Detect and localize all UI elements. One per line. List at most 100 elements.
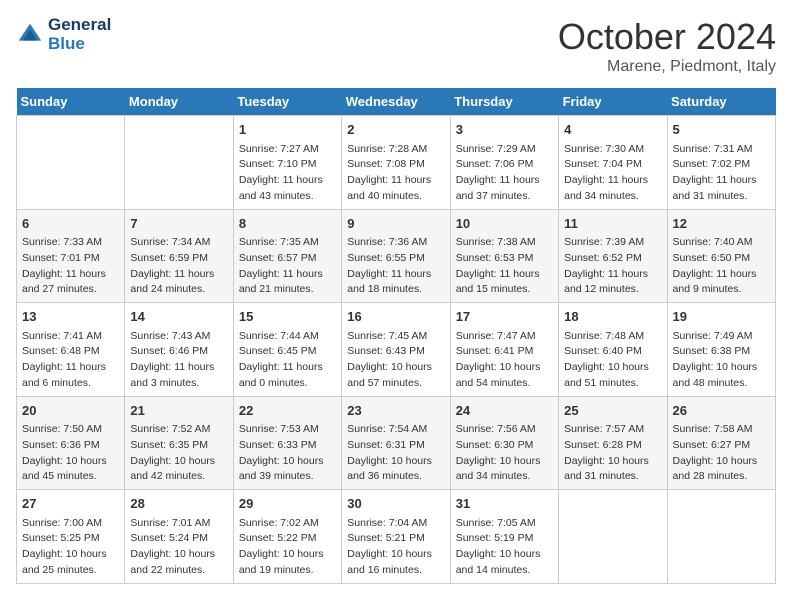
calendar-week-row: 27Sunrise: 7:00 AM Sunset: 5:25 PM Dayli… (17, 490, 776, 584)
day-number: 26 (673, 401, 770, 421)
calendar-cell: 21Sunrise: 7:52 AM Sunset: 6:35 PM Dayli… (125, 396, 233, 490)
day-number: 9 (347, 214, 444, 234)
day-number: 28 (130, 494, 227, 514)
calendar-week-row: 13Sunrise: 7:41 AM Sunset: 6:48 PM Dayli… (17, 303, 776, 397)
day-number: 14 (130, 307, 227, 327)
day-info: Sunrise: 7:02 AM Sunset: 5:22 PM Dayligh… (239, 516, 336, 579)
calendar-cell: 26Sunrise: 7:58 AM Sunset: 6:27 PM Dayli… (667, 396, 775, 490)
calendar-cell: 6Sunrise: 7:33 AM Sunset: 7:01 PM Daylig… (17, 209, 125, 303)
day-number: 30 (347, 494, 444, 514)
calendar-cell: 13Sunrise: 7:41 AM Sunset: 6:48 PM Dayli… (17, 303, 125, 397)
calendar-cell: 9Sunrise: 7:36 AM Sunset: 6:55 PM Daylig… (342, 209, 450, 303)
day-number: 3 (456, 120, 553, 140)
day-number: 5 (673, 120, 770, 140)
day-of-week-header: Sunday (17, 88, 125, 116)
day-of-week-header: Monday (125, 88, 233, 116)
day-number: 13 (22, 307, 119, 327)
day-number: 11 (564, 214, 661, 234)
calendar-cell (17, 116, 125, 210)
calendar-cell: 1Sunrise: 7:27 AM Sunset: 7:10 PM Daylig… (233, 116, 341, 210)
day-number: 25 (564, 401, 661, 421)
calendar-week-row: 1Sunrise: 7:27 AM Sunset: 7:10 PM Daylig… (17, 116, 776, 210)
calendar-cell: 5Sunrise: 7:31 AM Sunset: 7:02 PM Daylig… (667, 116, 775, 210)
calendar-cell: 22Sunrise: 7:53 AM Sunset: 6:33 PM Dayli… (233, 396, 341, 490)
calendar-cell: 11Sunrise: 7:39 AM Sunset: 6:52 PM Dayli… (559, 209, 667, 303)
day-info: Sunrise: 7:41 AM Sunset: 6:48 PM Dayligh… (22, 329, 119, 392)
location: Marene, Piedmont, Italy (558, 58, 776, 76)
calendar-cell: 29Sunrise: 7:02 AM Sunset: 5:22 PM Dayli… (233, 490, 341, 584)
day-number: 8 (239, 214, 336, 234)
day-number: 10 (456, 214, 553, 234)
day-number: 19 (673, 307, 770, 327)
calendar-cell: 12Sunrise: 7:40 AM Sunset: 6:50 PM Dayli… (667, 209, 775, 303)
day-info: Sunrise: 7:05 AM Sunset: 5:19 PM Dayligh… (456, 516, 553, 579)
day-number: 29 (239, 494, 336, 514)
day-info: Sunrise: 7:54 AM Sunset: 6:31 PM Dayligh… (347, 422, 444, 485)
calendar-cell (559, 490, 667, 584)
day-number: 27 (22, 494, 119, 514)
day-info: Sunrise: 7:33 AM Sunset: 7:01 PM Dayligh… (22, 235, 119, 298)
day-info: Sunrise: 7:49 AM Sunset: 6:38 PM Dayligh… (673, 329, 770, 392)
day-number: 31 (456, 494, 553, 514)
day-info: Sunrise: 7:00 AM Sunset: 5:25 PM Dayligh… (22, 516, 119, 579)
day-info: Sunrise: 7:43 AM Sunset: 6:46 PM Dayligh… (130, 329, 227, 392)
calendar-cell: 24Sunrise: 7:56 AM Sunset: 6:30 PM Dayli… (450, 396, 558, 490)
day-info: Sunrise: 7:27 AM Sunset: 7:10 PM Dayligh… (239, 142, 336, 205)
calendar-cell (667, 490, 775, 584)
day-info: Sunrise: 7:30 AM Sunset: 7:04 PM Dayligh… (564, 142, 661, 205)
calendar-cell: 8Sunrise: 7:35 AM Sunset: 6:57 PM Daylig… (233, 209, 341, 303)
day-info: Sunrise: 7:56 AM Sunset: 6:30 PM Dayligh… (456, 422, 553, 485)
day-info: Sunrise: 7:47 AM Sunset: 6:41 PM Dayligh… (456, 329, 553, 392)
logo: General Blue (16, 16, 111, 53)
day-of-week-header: Tuesday (233, 88, 341, 116)
day-info: Sunrise: 7:44 AM Sunset: 6:45 PM Dayligh… (239, 329, 336, 392)
calendar-cell: 15Sunrise: 7:44 AM Sunset: 6:45 PM Dayli… (233, 303, 341, 397)
calendar-week-row: 6Sunrise: 7:33 AM Sunset: 7:01 PM Daylig… (17, 209, 776, 303)
day-number: 20 (22, 401, 119, 421)
calendar-cell: 16Sunrise: 7:45 AM Sunset: 6:43 PM Dayli… (342, 303, 450, 397)
day-of-week-header: Saturday (667, 88, 775, 116)
day-number: 6 (22, 214, 119, 234)
day-info: Sunrise: 7:50 AM Sunset: 6:36 PM Dayligh… (22, 422, 119, 485)
calendar-cell: 31Sunrise: 7:05 AM Sunset: 5:19 PM Dayli… (450, 490, 558, 584)
day-info: Sunrise: 7:28 AM Sunset: 7:08 PM Dayligh… (347, 142, 444, 205)
day-number: 12 (673, 214, 770, 234)
calendar-week-row: 20Sunrise: 7:50 AM Sunset: 6:36 PM Dayli… (17, 396, 776, 490)
day-info: Sunrise: 7:04 AM Sunset: 5:21 PM Dayligh… (347, 516, 444, 579)
calendar-cell: 23Sunrise: 7:54 AM Sunset: 6:31 PM Dayli… (342, 396, 450, 490)
day-info: Sunrise: 7:39 AM Sunset: 6:52 PM Dayligh… (564, 235, 661, 298)
calendar-cell: 14Sunrise: 7:43 AM Sunset: 6:46 PM Dayli… (125, 303, 233, 397)
day-info: Sunrise: 7:53 AM Sunset: 6:33 PM Dayligh… (239, 422, 336, 485)
calendar-cell: 27Sunrise: 7:00 AM Sunset: 5:25 PM Dayli… (17, 490, 125, 584)
day-info: Sunrise: 7:57 AM Sunset: 6:28 PM Dayligh… (564, 422, 661, 485)
day-number: 16 (347, 307, 444, 327)
calendar-cell: 25Sunrise: 7:57 AM Sunset: 6:28 PM Dayli… (559, 396, 667, 490)
calendar-cell: 28Sunrise: 7:01 AM Sunset: 5:24 PM Dayli… (125, 490, 233, 584)
calendar-cell: 18Sunrise: 7:48 AM Sunset: 6:40 PM Dayli… (559, 303, 667, 397)
day-number: 1 (239, 120, 336, 140)
logo-icon (16, 21, 44, 49)
calendar-cell: 4Sunrise: 7:30 AM Sunset: 7:04 PM Daylig… (559, 116, 667, 210)
calendar-header-row: SundayMondayTuesdayWednesdayThursdayFrid… (17, 88, 776, 116)
day-info: Sunrise: 7:45 AM Sunset: 6:43 PM Dayligh… (347, 329, 444, 392)
calendar-cell: 19Sunrise: 7:49 AM Sunset: 6:38 PM Dayli… (667, 303, 775, 397)
calendar-cell: 10Sunrise: 7:38 AM Sunset: 6:53 PM Dayli… (450, 209, 558, 303)
day-of-week-header: Friday (559, 88, 667, 116)
day-number: 15 (239, 307, 336, 327)
title-block: October 2024 Marene, Piedmont, Italy (558, 16, 776, 76)
day-number: 17 (456, 307, 553, 327)
page-header: General Blue October 2024 Marene, Piedmo… (16, 16, 776, 76)
day-info: Sunrise: 7:35 AM Sunset: 6:57 PM Dayligh… (239, 235, 336, 298)
calendar-cell: 17Sunrise: 7:47 AM Sunset: 6:41 PM Dayli… (450, 303, 558, 397)
calendar-cell (125, 116, 233, 210)
calendar-cell: 2Sunrise: 7:28 AM Sunset: 7:08 PM Daylig… (342, 116, 450, 210)
day-info: Sunrise: 7:38 AM Sunset: 6:53 PM Dayligh… (456, 235, 553, 298)
day-number: 2 (347, 120, 444, 140)
day-info: Sunrise: 7:29 AM Sunset: 7:06 PM Dayligh… (456, 142, 553, 205)
day-info: Sunrise: 7:52 AM Sunset: 6:35 PM Dayligh… (130, 422, 227, 485)
day-info: Sunrise: 7:36 AM Sunset: 6:55 PM Dayligh… (347, 235, 444, 298)
day-number: 7 (130, 214, 227, 234)
calendar-table: SundayMondayTuesdayWednesdayThursdayFrid… (16, 88, 776, 584)
day-info: Sunrise: 7:48 AM Sunset: 6:40 PM Dayligh… (564, 329, 661, 392)
day-number: 23 (347, 401, 444, 421)
